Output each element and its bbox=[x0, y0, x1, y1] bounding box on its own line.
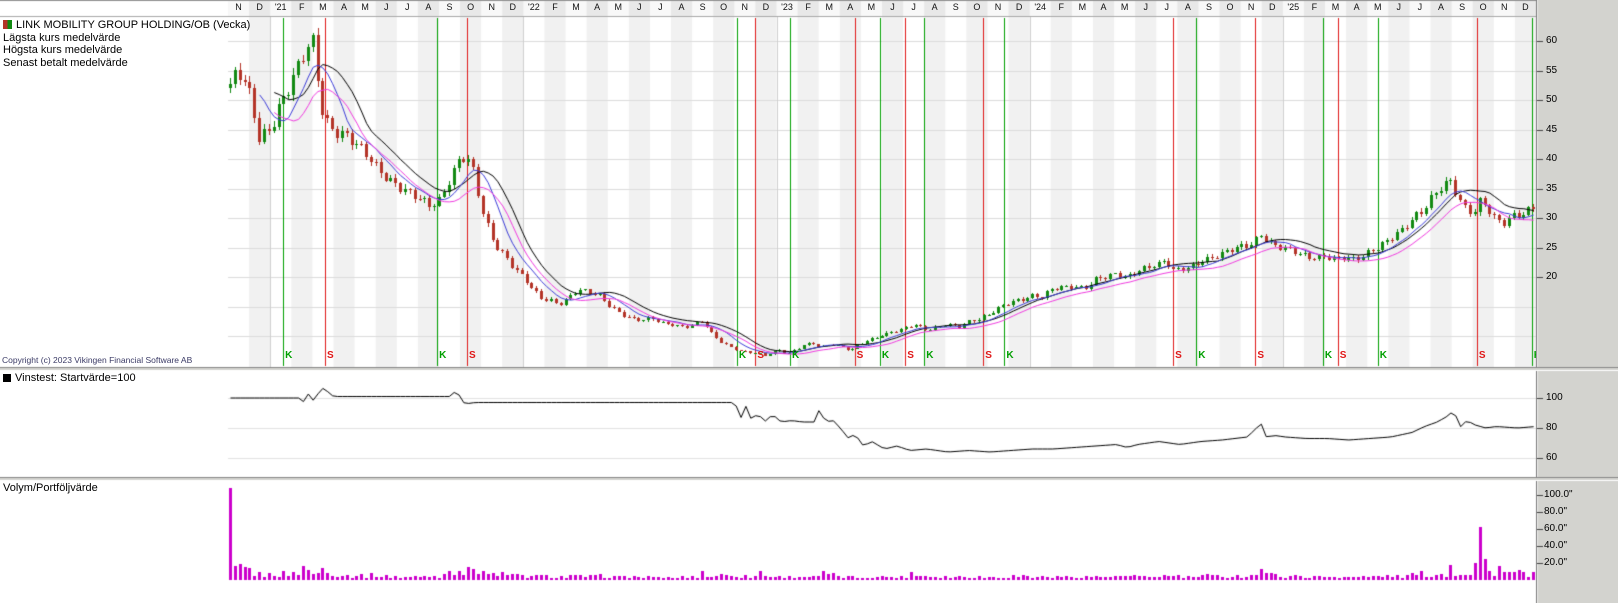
vikingen-chart-window: ND'21FMAMJJASOND'22FMAMJJASOND'23FMAMJJA… bbox=[0, 0, 1618, 603]
chart-plot-area[interactable] bbox=[0, 0, 1618, 603]
